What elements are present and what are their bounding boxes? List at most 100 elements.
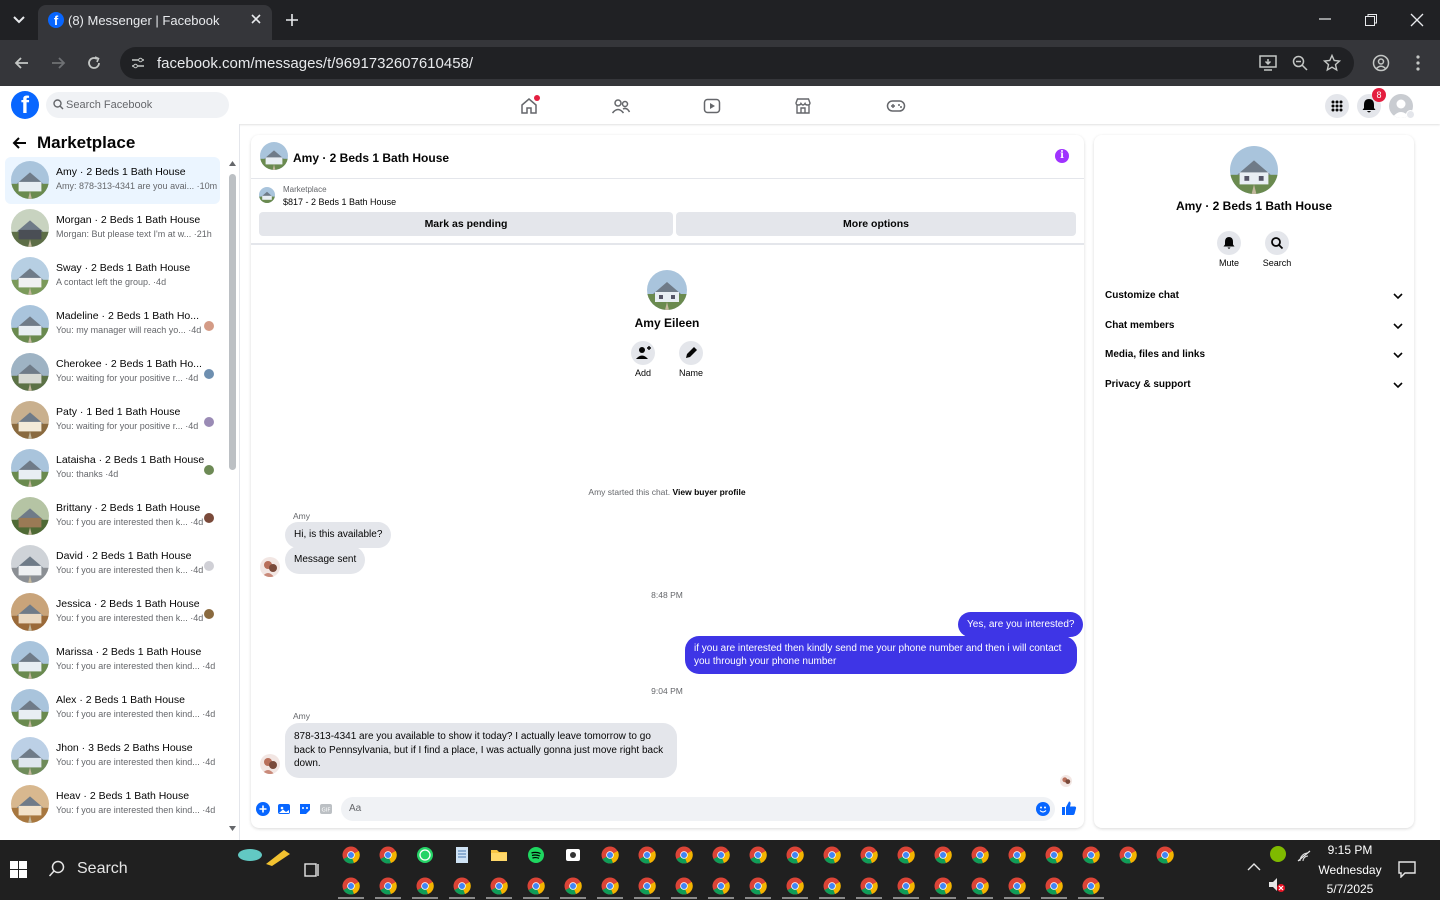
task-view-icon[interactable] [303,861,321,879]
reload-icon[interactable] [85,54,103,72]
chrome-icon[interactable] [675,846,693,864]
info-section-customize-chat[interactable]: Customize chat [1105,290,1405,301]
incoming-message[interactable]: Message sent [285,546,366,574]
chrome-icon[interactable] [379,846,397,864]
account-chevron-icon[interactable] [1406,110,1415,119]
scroll-up-icon[interactable] [228,160,237,167]
chrome-icon[interactable] [342,846,360,864]
tab-search-icon[interactable] [10,12,28,28]
conversation-item[interactable]: Alex · 2 Beds 1 Bath House You: f you are… [5,685,220,732]
restore-window-icon[interactable] [1364,13,1378,27]
chrome-icon[interactable] [638,877,656,895]
chat-header-avatar[interactable] [260,142,288,170]
mark-as-pending-button[interactable]: Mark as pending [259,212,673,236]
conversation-item[interactable]: Morgan · 2 Beds 1 Bath House Morgan: But … [5,205,220,252]
chrome-icon[interactable] [786,877,804,895]
clock-time[interactable]: 9:15 PM [1300,843,1400,857]
chrome-icon[interactable] [601,877,619,895]
conversation-item[interactable]: Jessica · 2 Beds 1 Bath House You: f you … [5,589,220,636]
marketplace-icon[interactable] [794,97,812,115]
chrome-icon[interactable] [971,877,989,895]
url-text[interactable]: facebook.com/messages/t/9691732607610458… [157,55,473,72]
tray-app-icon[interactable] [1270,846,1286,862]
site-settings-icon[interactable] [130,55,146,71]
volume-muted-icon[interactable] [1268,877,1286,893]
notification-center-icon[interactable] [1398,860,1416,878]
bookmark-star-icon[interactable] [1323,54,1341,72]
chrome-icon[interactable] [712,877,730,895]
chrome-icon[interactable] [1045,877,1063,895]
windows-start-icon[interactable] [10,861,27,878]
chrome-icon[interactable] [379,877,397,895]
forward-icon[interactable] [49,54,67,72]
install-app-icon[interactable] [1259,54,1277,72]
taskbar-search-icon[interactable] [48,860,66,878]
watch-icon[interactable] [703,97,721,115]
new-tab-icon[interactable] [284,12,300,28]
close-window-icon[interactable] [1410,13,1424,27]
chrome-icon[interactable] [823,877,841,895]
show-hidden-icons-chevron-icon[interactable] [1247,862,1261,872]
chrome-icon[interactable] [1156,846,1174,864]
more-options-button[interactable]: More options [676,212,1076,236]
chrome-icon[interactable] [749,877,767,895]
chevron-down-icon[interactable] [1393,292,1403,300]
mute-button[interactable] [1217,231,1241,255]
taskbar-search-label[interactable]: Search [77,860,128,878]
info-icon[interactable]: i [1055,149,1069,163]
sticker-icon[interactable] [298,802,312,816]
chrome-icon[interactable] [749,846,767,864]
chrome-icon[interactable] [675,877,693,895]
back-arrow-icon[interactable] [12,136,28,150]
conversation-item[interactable]: Sway · 2 Beds 1 Bath House A contact left… [5,253,220,300]
chrome-icon[interactable] [416,877,434,895]
chrome-icon[interactable] [564,877,582,895]
chrome-icon[interactable] [860,846,878,864]
menu-button[interactable] [1325,94,1349,118]
close-tab-icon[interactable] [249,12,263,26]
chrome-icon[interactable] [786,846,804,864]
incoming-message[interactable]: 878-313-4341 are you available to show i… [285,723,677,778]
whatsapp-icon[interactable] [416,846,434,864]
chrome-icon[interactable] [971,846,989,864]
scroll-down-icon[interactable] [228,825,237,832]
browser-menu-icon[interactable] [1410,54,1426,72]
spotify-icon[interactable] [527,846,545,864]
chrome-icon[interactable] [823,846,841,864]
chrome-icon[interactable] [897,877,915,895]
contact-avatar[interactable] [647,270,687,310]
conversation-item[interactable]: David · 2 Beds 1 Bath House You: f you ar… [5,541,220,588]
info-section-privacy-support[interactable]: Privacy & support [1105,379,1405,390]
emoji-icon[interactable] [1036,802,1050,816]
amy-avatar[interactable] [260,754,280,774]
outgoing-message[interactable]: Yes, are you interested? [958,612,1084,637]
chevron-down-icon[interactable] [1393,322,1403,330]
more-actions-icon[interactable] [256,802,270,816]
chrome-icon[interactable] [1119,846,1137,864]
chrome-icon[interactable] [490,877,508,895]
zoom-icon[interactable] [1291,54,1309,72]
conversation-item[interactable]: Madeline · 2 Beds 1 Bath Ho... You: my ma… [5,301,220,348]
clock-day[interactable]: Wednesday [1300,863,1400,877]
info-avatar[interactable] [1230,146,1278,194]
clock-date[interactable]: 5/7/2025 [1300,882,1400,896]
chrome-icon[interactable] [934,877,952,895]
info-section-chat-members[interactable]: Chat members [1105,320,1405,331]
outgoing-message[interactable]: if you are interested then kindly send m… [685,636,1077,674]
chrome-icon[interactable] [453,877,471,895]
view-buyer-profile-link[interactable]: View buyer profile [673,487,746,497]
friends-icon[interactable] [611,97,631,115]
chrome-icon[interactable] [712,846,730,864]
add-button[interactable] [631,341,655,365]
conversation-item[interactable]: Heav · 2 Beds 1 Bath House You: f you are… [5,781,220,828]
scrollbar-thumb[interactable] [229,174,236,470]
chrome-icon[interactable] [1008,877,1026,895]
gif-icon[interactable]: GIF [319,802,333,816]
amy-avatar[interactable] [260,557,280,577]
info-section-media-files-and-links[interactable]: Media, files and links [1105,349,1405,360]
chevron-down-icon[interactable] [1393,381,1403,389]
chrome-icon[interactable] [527,877,545,895]
chevron-down-icon[interactable] [1393,351,1403,359]
chrome-icon[interactable] [342,877,360,895]
gaming-icon[interactable] [886,97,906,115]
